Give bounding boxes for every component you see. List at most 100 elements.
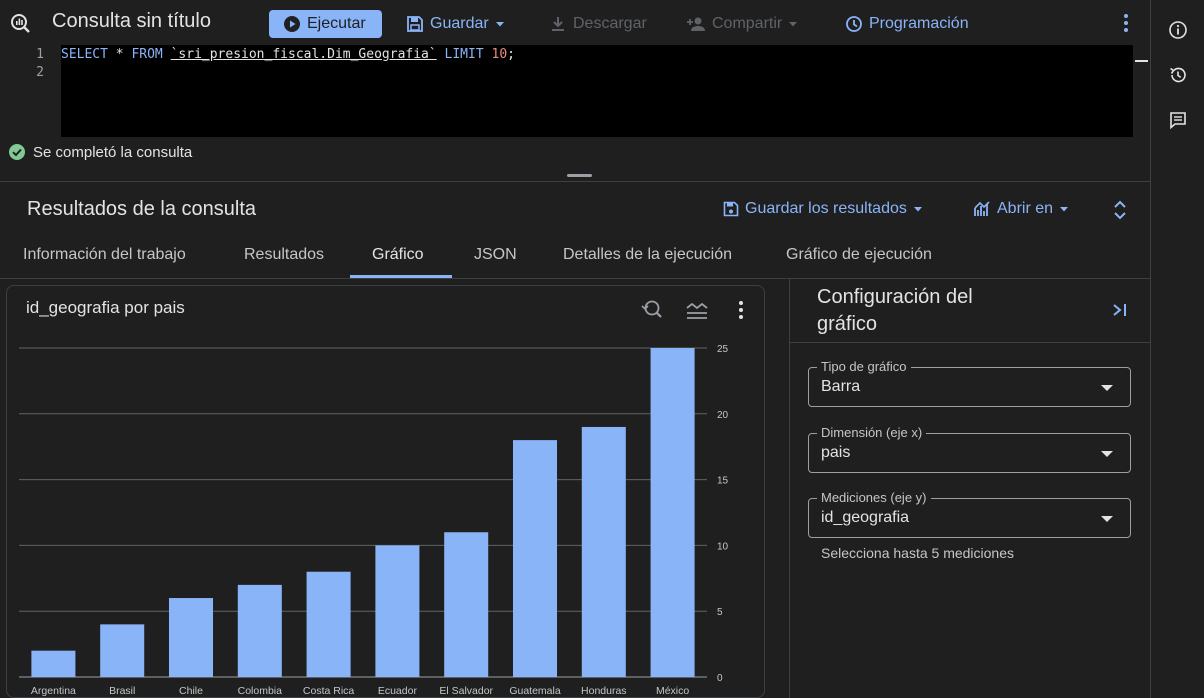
x-tick-label: Ecuador	[378, 685, 418, 697]
x-tick-label: Honduras	[581, 685, 627, 697]
sql-terminator: ;	[507, 47, 515, 62]
chart-title: id_geografia por pais	[26, 298, 185, 317]
chart-type-select[interactable]: Tipo de gráfico Barra	[808, 359, 1131, 407]
measures-value: id_geografia	[821, 509, 910, 526]
y-tick-label: 0	[717, 673, 723, 684]
divider	[790, 342, 1150, 343]
caret-down-icon	[789, 22, 798, 27]
x-tick-label: Argentina	[31, 685, 76, 697]
more-vert-icon[interactable]	[729, 298, 753, 322]
tab-results[interactable]: Resultados	[244, 246, 324, 264]
save-icon	[723, 201, 739, 217]
bar-chart: 0 5 10 15 20 25 Argentina Brasil Chile Colombia Co…	[19, 344, 729, 697]
y-tick-label: 25	[717, 344, 729, 355]
caret-down-icon	[913, 207, 922, 212]
config-title: Configuración del gráfico	[817, 286, 973, 335]
right-rail	[1150, 0, 1204, 698]
query-status: Se completó la consulta	[9, 143, 192, 161]
measures-label: Mediciones (eje y)	[817, 490, 931, 505]
y-tick-label: 15	[717, 476, 729, 487]
download-icon	[552, 17, 564, 31]
caret-down-icon	[1101, 451, 1113, 457]
caret-down-icon	[1060, 207, 1069, 212]
divider	[0, 181, 1150, 182]
sql-code-line[interactable]: SELECT * FROM `sri_presion_fiscal.Dim_Ge…	[61, 47, 515, 62]
legend-icon[interactable]	[685, 298, 709, 322]
y-tick-label: 10	[717, 541, 729, 552]
results-tabs: Información del trabajo Resultados Gráfi…	[0, 232, 1150, 279]
tab-json[interactable]: JSON	[474, 246, 517, 264]
save-button[interactable]: Guardar	[406, 10, 505, 38]
sql-table-reference[interactable]: `sri_presion_fiscal.Dim_Geografia`	[171, 47, 437, 62]
line-number: 1	[36, 47, 44, 62]
save-icon	[407, 16, 423, 32]
unfold-icon[interactable]	[1111, 199, 1129, 221]
query-title[interactable]: Consulta sin título	[52, 10, 211, 33]
schedule-button[interactable]: Programación	[845, 10, 969, 38]
chart-bar	[100, 624, 145, 677]
chart-type-label: Tipo de gráfico	[817, 359, 911, 374]
chart-config-panel: Configuración del gráfico Tipo de gráfic…	[790, 279, 1150, 698]
save-results-label: Guardar los resultados	[745, 200, 907, 217]
sql-operator: *	[107, 47, 132, 62]
panel-splitter	[779, 279, 795, 698]
open-in-label: Abrir en	[997, 200, 1054, 217]
status-text: Se completó la consulta	[33, 143, 193, 161]
results-title: Resultados de la consulta	[27, 198, 257, 220]
open-in-button[interactable]: Abrir en	[973, 198, 1069, 220]
chart-bar	[237, 584, 282, 677]
zoom-reset-icon[interactable]	[639, 298, 663, 322]
history-icon[interactable]	[1168, 65, 1188, 85]
sql-editor[interactable]: 1 2 SELECT * FROM `sri_presion_fiscal.Di…	[0, 45, 1150, 137]
bigquery-editor: Consulta sin título Ejecutar Guardar Des…	[0, 0, 1204, 698]
caret-down-icon	[1101, 516, 1113, 522]
y-tick-label: 5	[717, 607, 723, 618]
download-button-label: Descargar	[573, 15, 647, 32]
tab-execution-details[interactable]: Detalles de la ejecución	[563, 246, 732, 264]
chart-type-value: Barra	[821, 378, 861, 395]
dimension-label: Dimensión (eje x)	[817, 425, 927, 440]
info-icon[interactable]	[1168, 20, 1188, 40]
sql-keyword: LIMIT	[444, 47, 484, 62]
editor-scrollbar[interactable]	[1133, 45, 1150, 137]
collapse-panel-icon[interactable]	[1110, 299, 1130, 321]
caret-down-icon	[1101, 385, 1113, 391]
chart-bar	[31, 650, 76, 677]
x-tick-label: México	[656, 685, 689, 697]
more-vert-icon[interactable]	[1116, 12, 1136, 34]
save-button-label: Guardar	[430, 15, 489, 32]
line-number: 2	[36, 65, 44, 80]
tab-execution-graph[interactable]: Gráfico de ejecución	[786, 246, 932, 264]
share-button[interactable]: Compartir	[686, 10, 798, 38]
chart-bar	[306, 571, 351, 677]
x-tick-label: El Salvador	[439, 685, 493, 697]
y-tick-label: 20	[717, 410, 729, 421]
download-button[interactable]: Descargar	[549, 10, 647, 38]
sql-number: 10	[491, 47, 508, 62]
chart-bar	[650, 348, 695, 677]
x-tick-label: Brasil	[109, 685, 135, 697]
caret-down-icon	[495, 22, 504, 27]
chart-bar	[581, 426, 626, 677]
chart-bar	[512, 440, 558, 677]
dimension-select[interactable]: Dimensión (eje x) pais	[808, 425, 1131, 473]
resize-handle[interactable]	[567, 174, 592, 177]
play-icon	[284, 16, 300, 32]
measures-select[interactable]: Mediciones (eje y) id_geografia	[808, 490, 1131, 538]
dimension-value: pais	[821, 444, 851, 461]
chart-bar	[168, 598, 214, 677]
comment-icon[interactable]	[1168, 110, 1188, 130]
run-button[interactable]: Ejecutar	[269, 10, 382, 38]
chart-explore-icon	[974, 201, 990, 216]
save-results-button[interactable]: Guardar los resultados	[723, 198, 923, 220]
chart-bar	[444, 532, 489, 677]
x-tick-label: Guatemala	[509, 685, 561, 697]
tab-job-info[interactable]: Información del trabajo	[23, 246, 186, 264]
schedule-button-label: Programación	[869, 15, 969, 32]
sql-keyword: SELECT	[61, 47, 108, 62]
query-toolbar: Consulta sin título Ejecutar Guardar Des…	[0, 0, 1150, 45]
tab-chart[interactable]: Gráfico	[372, 246, 424, 264]
chart-bar	[375, 545, 420, 677]
measures-hint: Selecciona hasta 5 mediciones	[821, 545, 1015, 561]
run-button-label: Ejecutar	[307, 15, 366, 32]
